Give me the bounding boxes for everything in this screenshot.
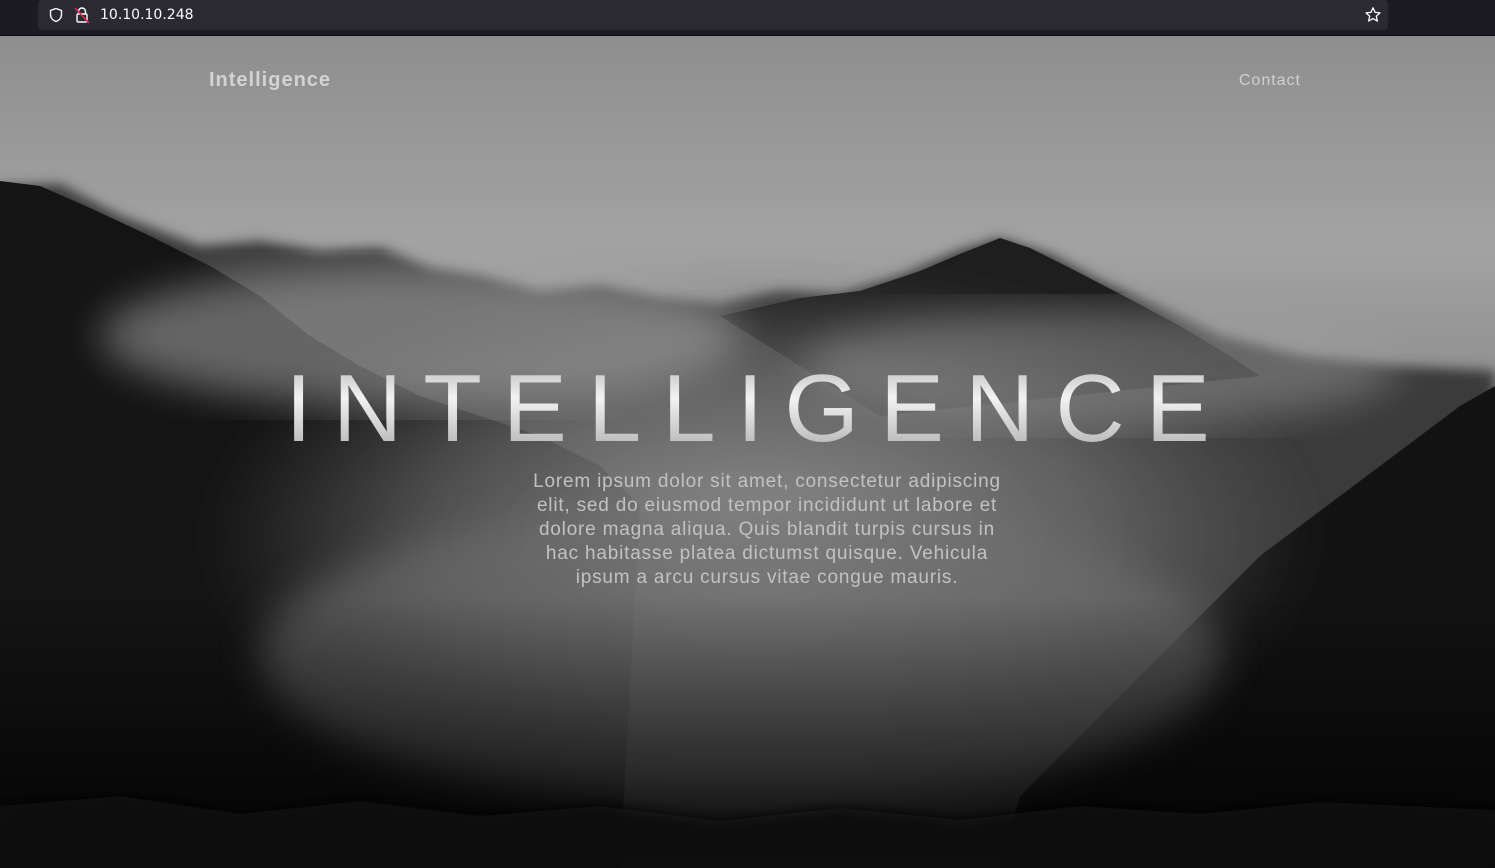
url-bar[interactable]: 10.10.10.248 (38, 0, 1388, 30)
hero-description: Lorem ipsum dolor sit amet, consectetur … (533, 471, 1001, 588)
web-page: Intelligence Contact INTELLIGENCE Lorem … (0, 36, 1495, 868)
url-text[interactable]: 10.10.10.248 (100, 7, 194, 23)
hero-title: INTELLIGENCE (0, 354, 1495, 464)
nav-brand[interactable]: Intelligence (209, 69, 331, 92)
shield-icon[interactable] (48, 7, 64, 23)
browser-toolbar: 10.10.10.248 (0, 0, 1495, 36)
bookmark-star-icon[interactable] (1364, 6, 1382, 24)
nav-contact-link[interactable]: Contact (1239, 72, 1301, 90)
lock-warning-icon[interactable] (74, 6, 90, 24)
